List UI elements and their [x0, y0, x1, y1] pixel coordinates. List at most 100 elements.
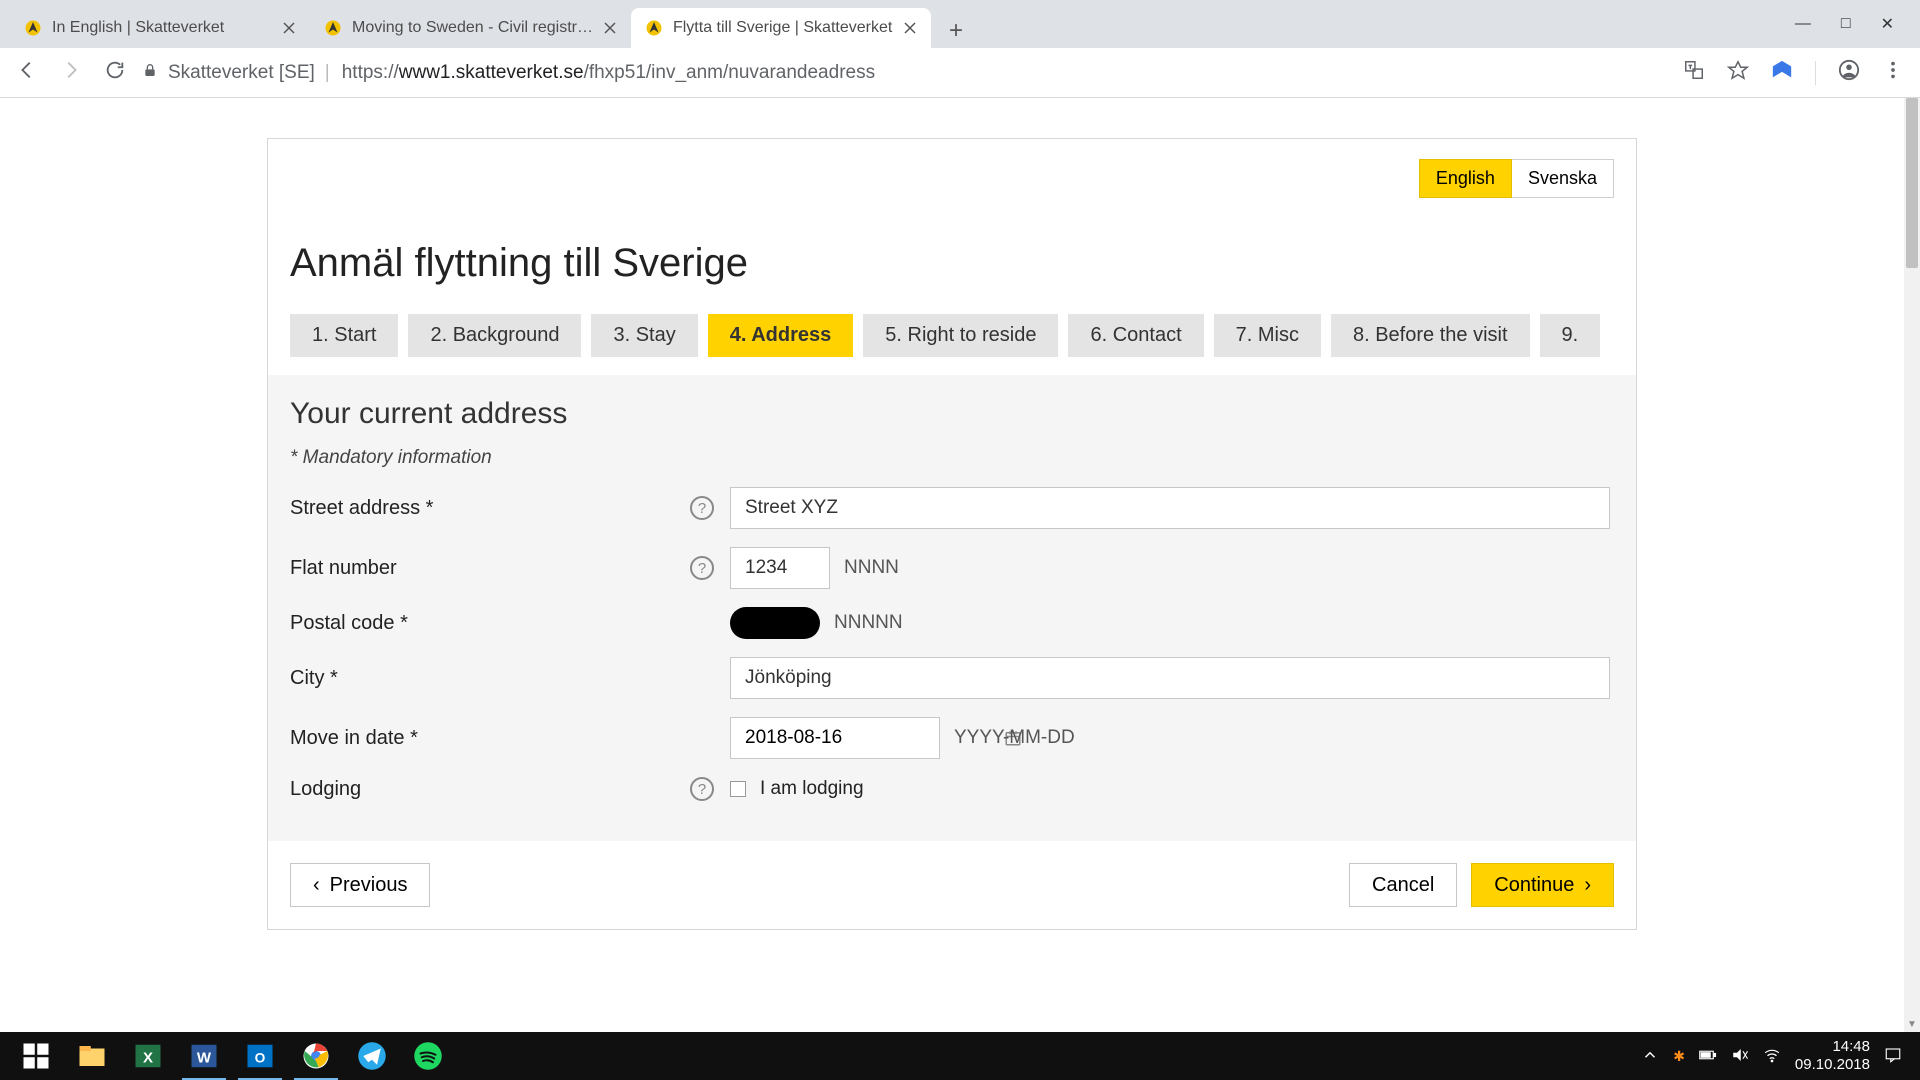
scroll-down-icon[interactable]: ▼ — [1904, 1016, 1920, 1032]
favicon-icon — [24, 19, 42, 37]
scroll-thumb[interactable] — [1906, 98, 1918, 268]
wifi-icon[interactable] — [1763, 1046, 1781, 1067]
help-icon[interactable]: ? — [690, 496, 714, 520]
lang-svenska-button[interactable]: Svenska — [1512, 159, 1614, 198]
translate-icon[interactable] — [1683, 59, 1705, 86]
tab-label: Flytta till Sverige | Skatteverket — [673, 19, 893, 37]
continue-button[interactable]: Continue › — [1471, 863, 1614, 907]
volume-icon[interactable] — [1731, 1046, 1749, 1067]
word-icon[interactable]: W — [176, 1032, 232, 1080]
movein-date-input[interactable] — [730, 717, 940, 759]
help-icon[interactable]: ? — [690, 556, 714, 580]
step-nav: 1. Start 2. Background 3. Stay 4. Addres… — [268, 314, 1636, 375]
field-label: Postal code * — [290, 612, 690, 635]
profile-icon[interactable] — [1838, 59, 1860, 86]
tab-label: Moving to Sweden - Civil registr… — [352, 19, 593, 37]
new-tab-button[interactable]: + — [939, 14, 973, 48]
url-text: https://www1.skatteverket.se/fhxp51/inv_… — [342, 62, 875, 84]
menu-icon[interactable] — [1882, 59, 1904, 86]
field-label: Lodging — [290, 778, 690, 801]
svg-text:W: W — [197, 1049, 212, 1066]
flat-input[interactable] — [730, 547, 830, 589]
help-icon[interactable]: ? — [690, 777, 714, 801]
browser-tab-1[interactable]: Moving to Sweden - Civil registr… — [310, 8, 631, 48]
street-input[interactable] — [730, 487, 1610, 529]
browser-toolbar: Skatteverket [SE] | https://www1.skattev… — [0, 48, 1920, 98]
close-icon[interactable]: ✕ — [1881, 14, 1894, 34]
tray-chevron-icon[interactable] — [1641, 1046, 1659, 1067]
start-button[interactable] — [8, 1032, 64, 1080]
favicon-icon — [324, 19, 342, 37]
action-center-icon[interactable] — [1884, 1046, 1902, 1067]
browser-tabstrip: In English | Skatteverket Moving to Swed… — [0, 0, 1920, 48]
postal-input-redacted[interactable] — [730, 607, 820, 639]
battery-icon[interactable] — [1699, 1046, 1717, 1067]
format-hint: NNNN — [844, 557, 899, 579]
extension-icon[interactable] — [1771, 59, 1793, 86]
chevron-left-icon: ‹ — [313, 874, 320, 897]
button-label: Cancel — [1372, 874, 1434, 897]
tab-label: In English | Skatteverket — [52, 19, 272, 37]
previous-button[interactable]: ‹ Previous — [290, 863, 430, 907]
section-title: Your current address — [290, 397, 1614, 431]
lock-icon — [142, 62, 158, 84]
field-postal: Postal code * NNNNN — [290, 607, 1614, 639]
svg-text:X: X — [143, 1049, 153, 1066]
tray-time: 14:48 — [1795, 1038, 1870, 1056]
svg-text:O: O — [255, 1050, 266, 1065]
panel-footer: ‹ Previous Cancel Continue › — [268, 841, 1636, 929]
step-6[interactable]: 6. Contact — [1068, 314, 1203, 357]
close-icon[interactable] — [903, 21, 917, 35]
step-8[interactable]: 8. Before the visit — [1331, 314, 1530, 357]
file-explorer-icon[interactable] — [64, 1032, 120, 1080]
checkbox-label: I am lodging — [760, 778, 864, 800]
lang-english-button[interactable]: English — [1419, 159, 1512, 198]
system-tray: ✱ 14:48 09.10.2018 — [1641, 1038, 1912, 1074]
mandatory-note: * Mandatory information — [290, 447, 1614, 469]
field-flat: Flat number ? NNNN — [290, 547, 1614, 589]
outlook-icon[interactable]: O — [232, 1032, 288, 1080]
scrollbar[interactable]: ▲ ▼ — [1904, 98, 1920, 1032]
minimize-icon[interactable]: — — [1795, 15, 1811, 33]
step-5[interactable]: 5. Right to reside — [863, 314, 1058, 357]
field-label: City * — [290, 667, 690, 690]
field-lodging: Lodging ? I am lodging — [290, 777, 1614, 801]
step-2[interactable]: 2. Background — [408, 314, 581, 357]
close-icon[interactable] — [282, 21, 296, 35]
browser-tab-2[interactable]: Flytta till Sverige | Skatteverket — [631, 8, 931, 48]
field-street: Street address * ? — [290, 487, 1614, 529]
spotify-icon[interactable] — [400, 1032, 456, 1080]
chrome-icon[interactable] — [288, 1032, 344, 1080]
step-7[interactable]: 7. Misc — [1214, 314, 1321, 357]
telegram-icon[interactable] — [344, 1032, 400, 1080]
excel-icon[interactable]: X — [120, 1032, 176, 1080]
secure-origin-label: Skatteverket [SE] — [168, 62, 315, 84]
lodging-checkbox[interactable] — [730, 781, 746, 797]
chevron-right-icon: › — [1584, 874, 1591, 897]
favicon-icon — [645, 19, 663, 37]
format-hint: YYYY-MM-DD — [954, 727, 1075, 749]
step-4[interactable]: 4. Address — [708, 314, 854, 357]
back-icon[interactable] — [16, 59, 38, 86]
browser-tab-0[interactable]: In English | Skatteverket — [10, 8, 310, 48]
forward-icon[interactable] — [60, 59, 82, 86]
close-icon[interactable] — [603, 21, 617, 35]
maximize-icon[interactable]: □ — [1841, 15, 1851, 33]
field-label: Move in date * — [290, 727, 690, 750]
tray-clock[interactable]: 14:48 09.10.2018 — [1795, 1038, 1870, 1074]
field-label: Flat number — [290, 557, 690, 580]
page-title: Anmäl flyttning till Sverige — [290, 241, 1636, 286]
step-9[interactable]: 9. — [1540, 314, 1601, 357]
address-bar[interactable]: Skatteverket [SE] | https://www1.skattev… — [142, 62, 1667, 84]
step-3[interactable]: 3. Stay — [591, 314, 697, 357]
field-city: City * — [290, 657, 1614, 699]
city-input[interactable] — [730, 657, 1610, 699]
cancel-button[interactable]: Cancel — [1349, 863, 1457, 907]
form-section: Your current address * Mandatory informa… — [268, 375, 1636, 841]
star-icon[interactable] — [1727, 59, 1749, 86]
tray-app-icon[interactable]: ✱ — [1673, 1048, 1685, 1065]
button-label: Continue — [1494, 874, 1574, 897]
step-1[interactable]: 1. Start — [290, 314, 398, 357]
field-label: Street address * — [290, 497, 690, 520]
reload-icon[interactable] — [104, 59, 126, 86]
